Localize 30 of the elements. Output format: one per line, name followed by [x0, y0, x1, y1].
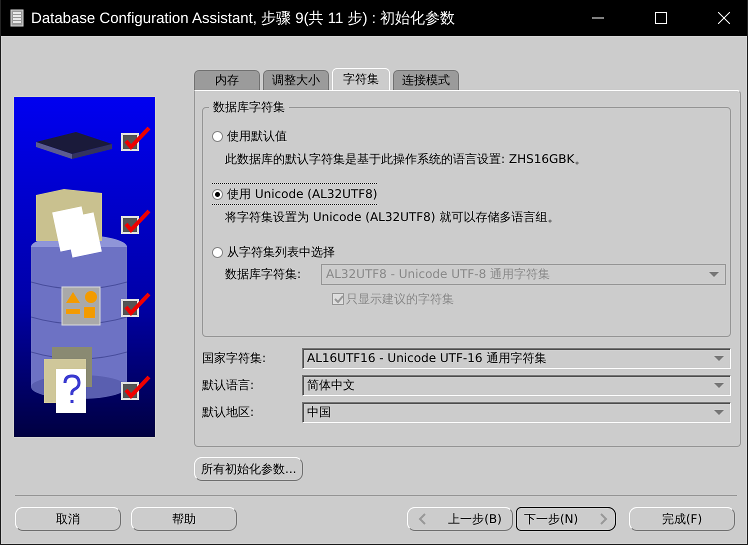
- maximize-icon[interactable]: [655, 12, 667, 24]
- group-title: 数据库字符集: [209, 99, 289, 116]
- field-label: 国家字符集:: [202, 350, 268, 366]
- next-button[interactable]: 下一步(N): [516, 507, 616, 531]
- chevron-left-icon: [418, 513, 426, 525]
- chevron-right-icon: [600, 513, 608, 525]
- dropdown-field[interactable]: 中国: [302, 402, 731, 422]
- checkmark-icon: [333, 294, 343, 304]
- all-parameters-button[interactable]: 所有初始化参数...: [194, 457, 304, 481]
- field-label: 数据库字符集:: [225, 266, 302, 282]
- radio-option[interactable]: 使用 Unicode (AL32UTF8): [212, 183, 378, 205]
- dropdown-field[interactable]: 简体中文: [302, 374, 731, 396]
- finish-button[interactable]: 完成(F): [629, 507, 735, 531]
- tab[interactable]: 调整大小: [263, 70, 329, 90]
- tab[interactable]: 内存: [194, 70, 260, 90]
- dropdown-field[interactable]: AL16UTF16 - Unicode UTF-16 通用字符集: [302, 348, 731, 368]
- description-text: 将字符集设置为 Unicode (AL32UTF8) 就可以存储多语言组。: [224, 208, 560, 226]
- description-text: 此数据库的默认字符集是基于此操作系统的语言设置: ZHS16GBK。: [224, 150, 588, 168]
- window-title: Database Configuration Assistant, 步骤 9(共 11 步) : 初始化参数: [31, 8, 456, 28]
- close-icon[interactable]: [718, 12, 730, 24]
- dialog-button[interactable]: 帮助: [131, 507, 237, 531]
- app-icon: [9, 8, 25, 28]
- radio-option[interactable]: 使用默认值: [212, 125, 287, 147]
- dialog-button[interactable]: 取消: [15, 507, 121, 531]
- back-button[interactable]: 上一步(B): [407, 507, 513, 531]
- tab[interactable]: 字符集: [332, 68, 390, 90]
- tab[interactable]: 连接模式: [393, 70, 459, 90]
- field-label: 默认地区:: [202, 404, 256, 420]
- field-label: 默认语言:: [202, 376, 256, 394]
- radio-option[interactable]: 从字符集列表中选择: [212, 241, 335, 263]
